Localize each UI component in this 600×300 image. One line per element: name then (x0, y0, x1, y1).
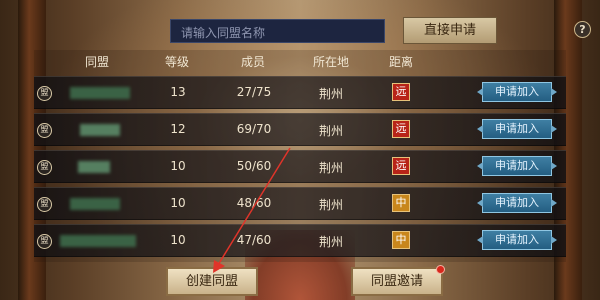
alliance-members: 47/60 (236, 233, 272, 247)
alliance-row: 盟 13 27/75 荆州 远 申请加入 (34, 76, 566, 109)
apply-join-button[interactable]: 申请加入 (482, 119, 552, 139)
alliance-location: 荆州 (318, 198, 344, 212)
alliance-level: 12 (170, 122, 186, 136)
alliance-seal-icon: 盟 (37, 197, 52, 212)
alliance-members: 48/60 (236, 196, 272, 210)
alliance-seal-icon: 盟 (37, 234, 52, 249)
distance-badge: 远 (392, 157, 410, 175)
alliance-invite-button[interactable]: 同盟邀请 (351, 265, 445, 296)
alliance-seal-icon: 盟 (37, 123, 52, 138)
header-members: 成员 (240, 55, 266, 69)
alliance-level: 10 (170, 233, 186, 247)
alliance-location: 荆州 (318, 124, 344, 138)
notification-dot-icon (436, 265, 445, 274)
alliance-row: 盟 10 50/60 荆州 远 申请加入 (34, 150, 566, 183)
alliance-row: 盟 10 47/60 荆州 中 申请加入 (34, 224, 566, 257)
alliance-invite-label: 同盟邀请 (370, 274, 423, 289)
alliance-level: 10 (170, 159, 186, 173)
alliance-name-redacted (78, 161, 110, 173)
alliance-location: 荆州 (318, 87, 344, 101)
help-icon[interactable]: ? (574, 21, 591, 38)
distance-badge: 远 (392, 120, 410, 138)
alliance-location: 荆州 (318, 235, 344, 249)
apply-join-button[interactable]: 申请加入 (482, 193, 552, 213)
header-level: 等级 (164, 55, 190, 69)
direct-apply-button[interactable]: 直接申请 (403, 17, 497, 44)
apply-join-button[interactable]: 申请加入 (482, 230, 552, 250)
alliance-name-redacted (60, 235, 136, 247)
header-location: 所在地 (312, 55, 350, 69)
alliance-members: 69/70 (236, 122, 272, 136)
apply-join-button[interactable]: 申请加入 (482, 156, 552, 176)
distance-badge: 中 (392, 231, 410, 249)
create-alliance-button[interactable]: 创建同盟 (166, 267, 258, 296)
apply-join-button[interactable]: 申请加入 (482, 82, 552, 102)
alliance-name-redacted (70, 198, 120, 210)
alliance-row: 盟 12 69/70 荆州 远 申请加入 (34, 113, 566, 146)
header-distance: 距离 (388, 55, 414, 69)
alliance-level: 10 (170, 196, 186, 210)
table-header: 同盟 等级 成员 所在地 距离 (0, 50, 600, 72)
alliance-name-redacted (70, 87, 130, 99)
alliance-location: 荆州 (318, 161, 344, 175)
alliance-members: 27/75 (236, 85, 272, 99)
distance-badge: 远 (392, 83, 410, 101)
alliance-members: 50/60 (236, 159, 272, 173)
alliance-name-redacted (80, 124, 120, 136)
alliance-seal-icon: 盟 (37, 86, 52, 101)
alliance-row: 盟 10 48/60 荆州 中 申请加入 (34, 187, 566, 220)
header-alliance: 同盟 (84, 55, 110, 69)
alliance-seal-icon: 盟 (37, 160, 52, 175)
distance-badge: 中 (392, 194, 410, 212)
alliance-level: 13 (170, 85, 186, 99)
alliance-search-input[interactable]: 请输入同盟名称 (170, 19, 385, 43)
